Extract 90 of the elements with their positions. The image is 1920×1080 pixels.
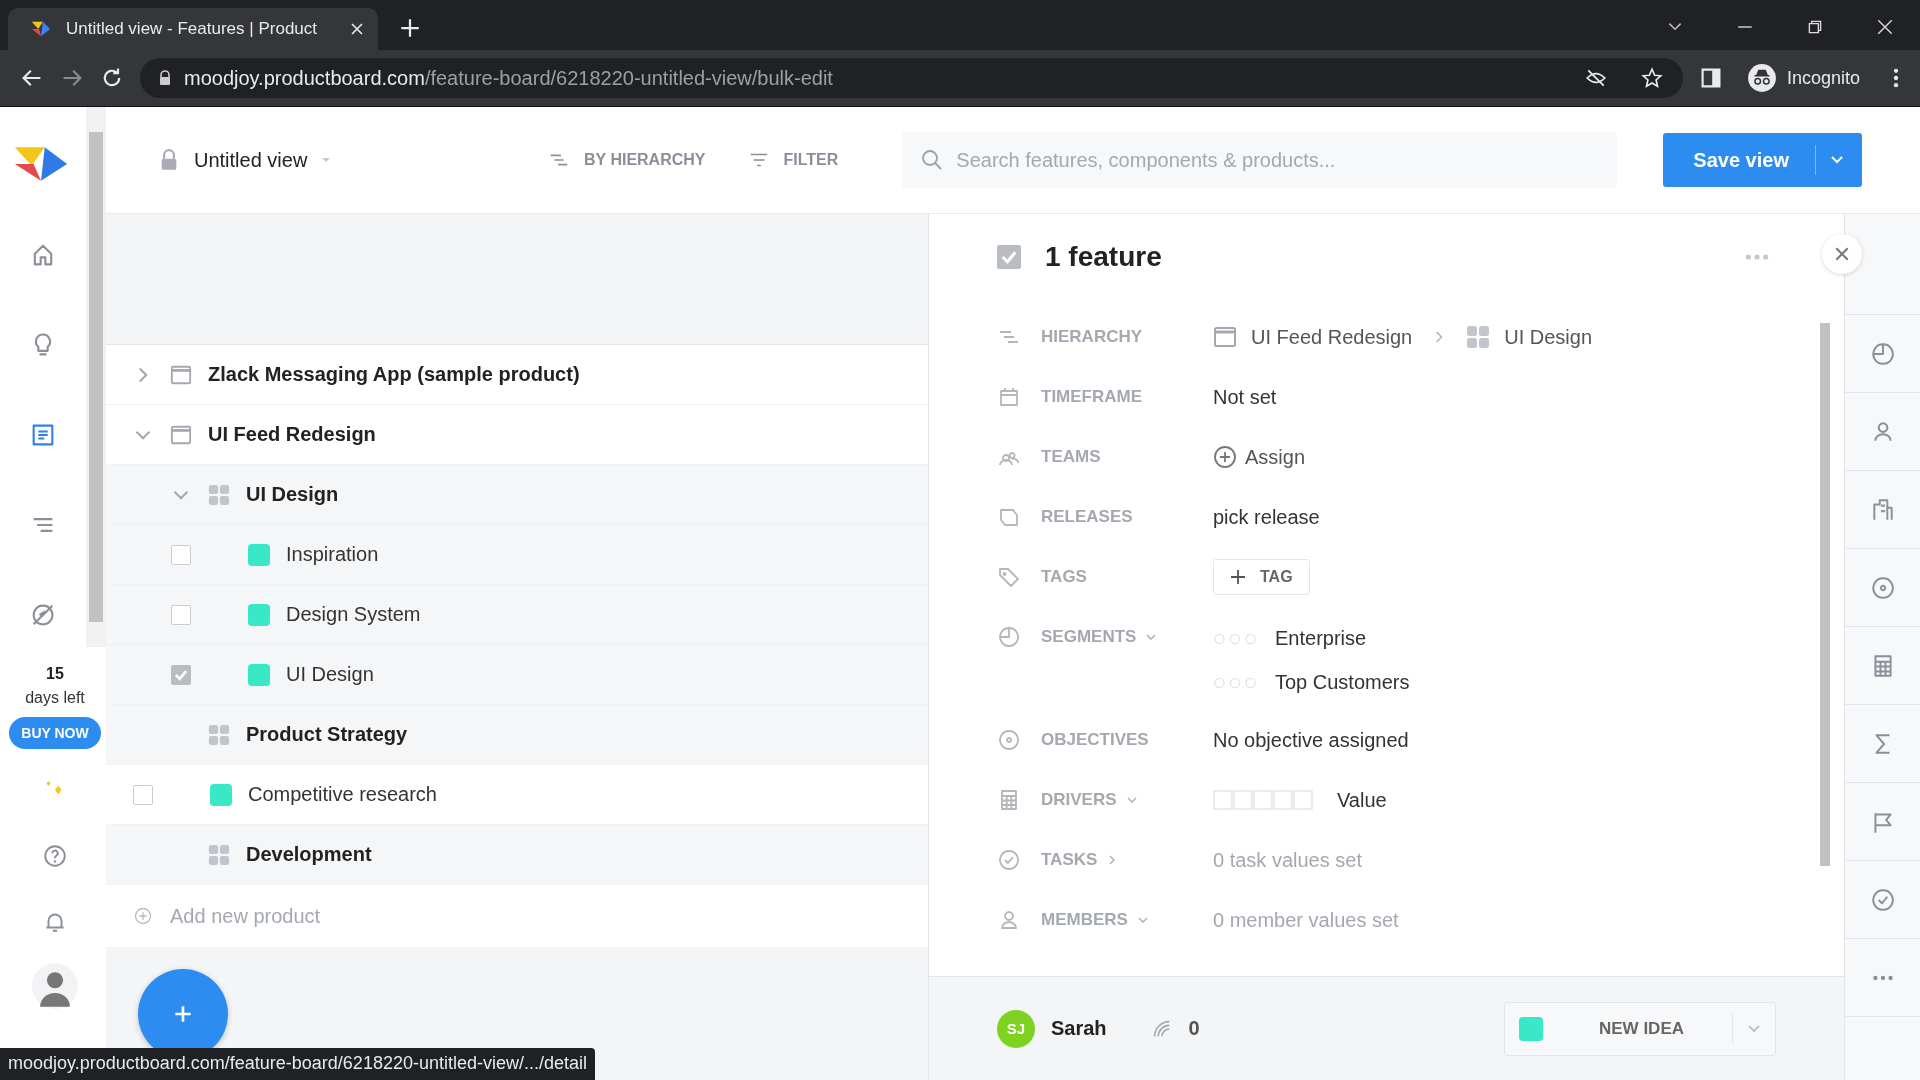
feature-name[interactable]: UI Design (286, 663, 374, 686)
field-label: HIERARCHY (1041, 327, 1143, 347)
product-name[interactable]: UI Feed Redesign (208, 423, 376, 446)
more-icon[interactable] (1744, 252, 1770, 261)
app-logo-icon[interactable] (13, 145, 69, 183)
field-label: OBJECTIVES (1041, 730, 1149, 750)
close-button[interactable] (1822, 234, 1862, 274)
select-all-checkbox[interactable] (997, 244, 1021, 269)
tab-title: Untitled view - Features | Product (66, 19, 318, 39)
address-field[interactable]: moodjoy.productboard.com/feature-board/6218220-untitled-view/bulk-edit (140, 58, 1683, 98)
component-icon (208, 723, 230, 746)
product-icon (170, 423, 192, 446)
pie-icon[interactable] (1869, 340, 1896, 367)
component-icon (1466, 325, 1491, 349)
component-icon (208, 843, 230, 866)
tag-icon (997, 565, 1021, 589)
caret-icon[interactable] (1747, 1023, 1761, 1034)
component-name[interactable]: UI Design (246, 483, 339, 506)
plus-icon (172, 1003, 194, 1025)
rating-dots-icon[interactable] (1213, 631, 1257, 646)
pie-icon (997, 625, 1021, 649)
add-icon (1213, 445, 1237, 469)
view-selector[interactable]: Untitled view (158, 148, 548, 172)
trial-days-count: 15 (45, 665, 64, 683)
field-label: SEGMENTS (1041, 627, 1137, 647)
scrollbar[interactable] (86, 107, 106, 647)
feature-icon (248, 603, 270, 626)
star-icon[interactable] (1640, 67, 1663, 89)
driver-name: Value (1337, 788, 1387, 812)
lock-icon (158, 70, 172, 86)
close-icon (1834, 246, 1850, 262)
restore-icon[interactable] (1806, 18, 1824, 36)
rating-dots-icon[interactable] (1213, 675, 1257, 690)
field-label: TAGS (1041, 567, 1087, 587)
field-label: TEAMS (1041, 447, 1101, 467)
component-name[interactable]: Development (246, 843, 372, 866)
breadcrumb-link[interactable]: UI Feed Redesign (1251, 325, 1413, 349)
panel-title: 1 feature (1045, 240, 1162, 273)
incognito-icon (1746, 63, 1777, 93)
calendar-icon (997, 385, 1021, 409)
user-avatar: SJ (997, 1009, 1035, 1048)
feature-name[interactable]: Inspiration (286, 543, 379, 566)
segment-name: Enterprise (1275, 627, 1367, 650)
product-icon (170, 363, 192, 386)
add-icon[interactable] (134, 907, 152, 925)
add-tag-button[interactable]: TAG (1213, 559, 1310, 595)
field-value[interactable]: No objective assigned (1213, 728, 1409, 752)
feature-name[interactable]: Design System (286, 603, 421, 626)
field-label: TASKS (1041, 850, 1098, 870)
target-icon (997, 728, 1021, 752)
target-icon[interactable] (1869, 574, 1896, 601)
field-label: DRIVERS (1041, 790, 1117, 810)
status-url-tooltip: moodjoy.productboard.com/feature-board/6218220-untitled-view/.../detail (0, 1048, 595, 1080)
assign-button[interactable]: Assign (1213, 445, 1306, 469)
field-label: RELEASES (1041, 507, 1133, 527)
field-label: TIMEFRAME (1041, 387, 1143, 407)
user-name: Sarah (1051, 1017, 1107, 1040)
field-label: MEMBERS (1041, 910, 1128, 930)
breadcrumb-link[interactable]: UI Design (1504, 325, 1592, 349)
component-icon (208, 483, 230, 506)
checkbox[interactable] (171, 664, 191, 685)
url-text: moodjoy.productboard.com/feature-board/6218220-untitled-view/bulk-edit (184, 66, 833, 90)
segment-name: Top Customers (1275, 671, 1410, 694)
product-icon (1213, 325, 1237, 349)
caret-icon (321, 157, 332, 163)
plus-icon (1230, 569, 1246, 585)
component-name[interactable]: Product Strategy (246, 723, 408, 746)
checkbox[interactable] (133, 784, 153, 805)
caret-icon[interactable] (1829, 155, 1844, 165)
eye-slash-icon[interactable] (1584, 67, 1607, 89)
field-value[interactable]: Not set (1213, 385, 1277, 409)
browser-tab[interactable]: Untitled view - Features | Product (8, 8, 378, 50)
checkbox[interactable] (171, 544, 191, 565)
close-icon[interactable] (350, 22, 364, 36)
close-icon[interactable] (1876, 18, 1894, 36)
feature-name[interactable]: Competitive research (248, 783, 437, 806)
checkbox[interactable] (171, 604, 191, 625)
help-icon[interactable] (42, 843, 68, 869)
user-avatar-icon[interactable] (32, 963, 78, 1009)
product-name[interactable]: Zlack Messaging App (sample product) (208, 363, 580, 386)
field-value[interactable]: pick release (1213, 505, 1320, 529)
insight-count: 0 (1188, 1017, 1200, 1040)
trial-days-label: days left (24, 689, 85, 707)
feature-icon (210, 783, 232, 806)
incognito-profile-button[interactable]: Incognito (1738, 63, 1868, 93)
feature-icon (248, 663, 270, 686)
search-field[interactable]: Search features, components & products... (902, 132, 1618, 188)
new-idea-button[interactable]: NEW IDEA (1504, 1001, 1776, 1056)
feature-icon (248, 543, 270, 566)
new-tab-icon[interactable] (400, 18, 420, 38)
